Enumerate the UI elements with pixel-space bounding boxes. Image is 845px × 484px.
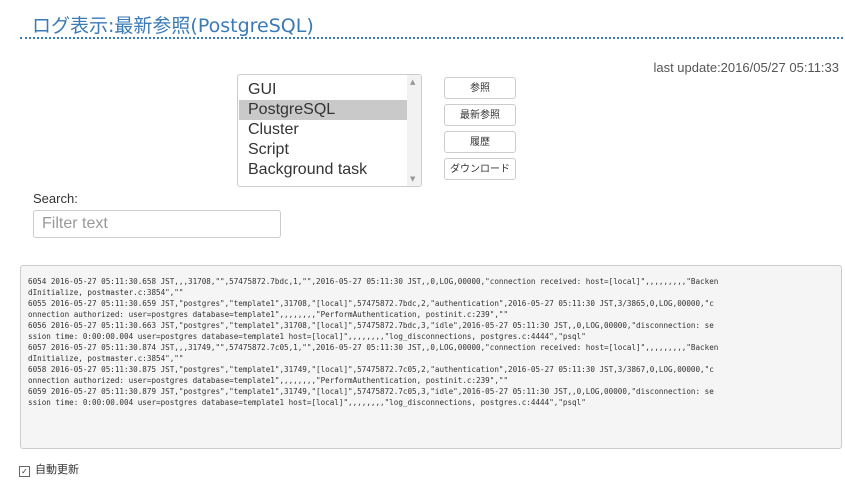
last-update-text: last update:2016/05/27 05:11:33 [653,60,839,75]
search-label: Search: [33,191,78,206]
log-type-option-gui[interactable]: GUI [239,80,410,100]
log-line: 6057 2016-05-27 05:11:30.874 JST,,,31749… [28,343,719,352]
auto-update-toggle[interactable]: ✓ 自動更新 [19,461,79,477]
log-line: 6058 2016-05-27 05:11:30.875 JST,"postgr… [28,365,714,374]
log-line: 6056 2016-05-27 05:11:30.663 JST,"postgr… [28,321,714,330]
page-header: ログ表示:最新参照(PostgreSQL) [20,7,843,39]
latest-view-button[interactable]: 最新参照 [444,104,516,126]
history-button[interactable]: 履歴 [444,131,516,153]
log-type-option-postgresql[interactable]: PostgreSQL [239,100,410,120]
log-line: dInitialize, postmaster.c:3854","" [28,288,184,297]
log-line: 6054 2016-05-27 05:11:30.658 JST,,,31708… [28,277,719,286]
log-type-listbox[interactable]: GUI PostgreSQL Cluster Script Background… [237,74,422,187]
log-type-option-cluster[interactable]: Cluster [239,120,410,140]
download-button[interactable]: ダウンロード [444,158,516,180]
log-line: 6059 2016-05-27 05:11:30.879 JST,"postgr… [28,387,714,396]
log-type-option-script[interactable]: Script [239,140,410,160]
checkbox-checked-icon[interactable]: ✓ [19,466,30,477]
search-input[interactable] [33,210,281,238]
view-button[interactable]: 参照 [444,77,516,99]
auto-update-label: 自動更新 [35,463,79,476]
scroll-down-arrow-icon[interactable]: ▼ [410,175,415,183]
log-line: ssion time: 0:00:00.004 user=postgres da… [28,398,586,407]
page-title: ログ表示:最新参照(PostgreSQL) [32,15,314,37]
log-line: onnection authorized: user=postgres data… [28,376,509,385]
log-output: 6054 2016-05-27 05:11:30.658 JST,,,31708… [20,265,842,449]
log-line: 6055 2016-05-27 05:11:30.659 JST,"postgr… [28,299,714,308]
log-line: dInitialize, postmaster.c:3854","" [28,354,184,363]
log-line: onnection authorized: user=postgres data… [28,310,509,319]
scroll-up-arrow-icon[interactable]: ▲ [410,78,415,86]
log-type-option-background-task[interactable]: Background task [239,160,410,180]
listbox-scrollbar[interactable]: ▲ ▼ [407,75,421,186]
log-line: ssion time: 0:00:00.004 user=postgres da… [28,332,586,341]
